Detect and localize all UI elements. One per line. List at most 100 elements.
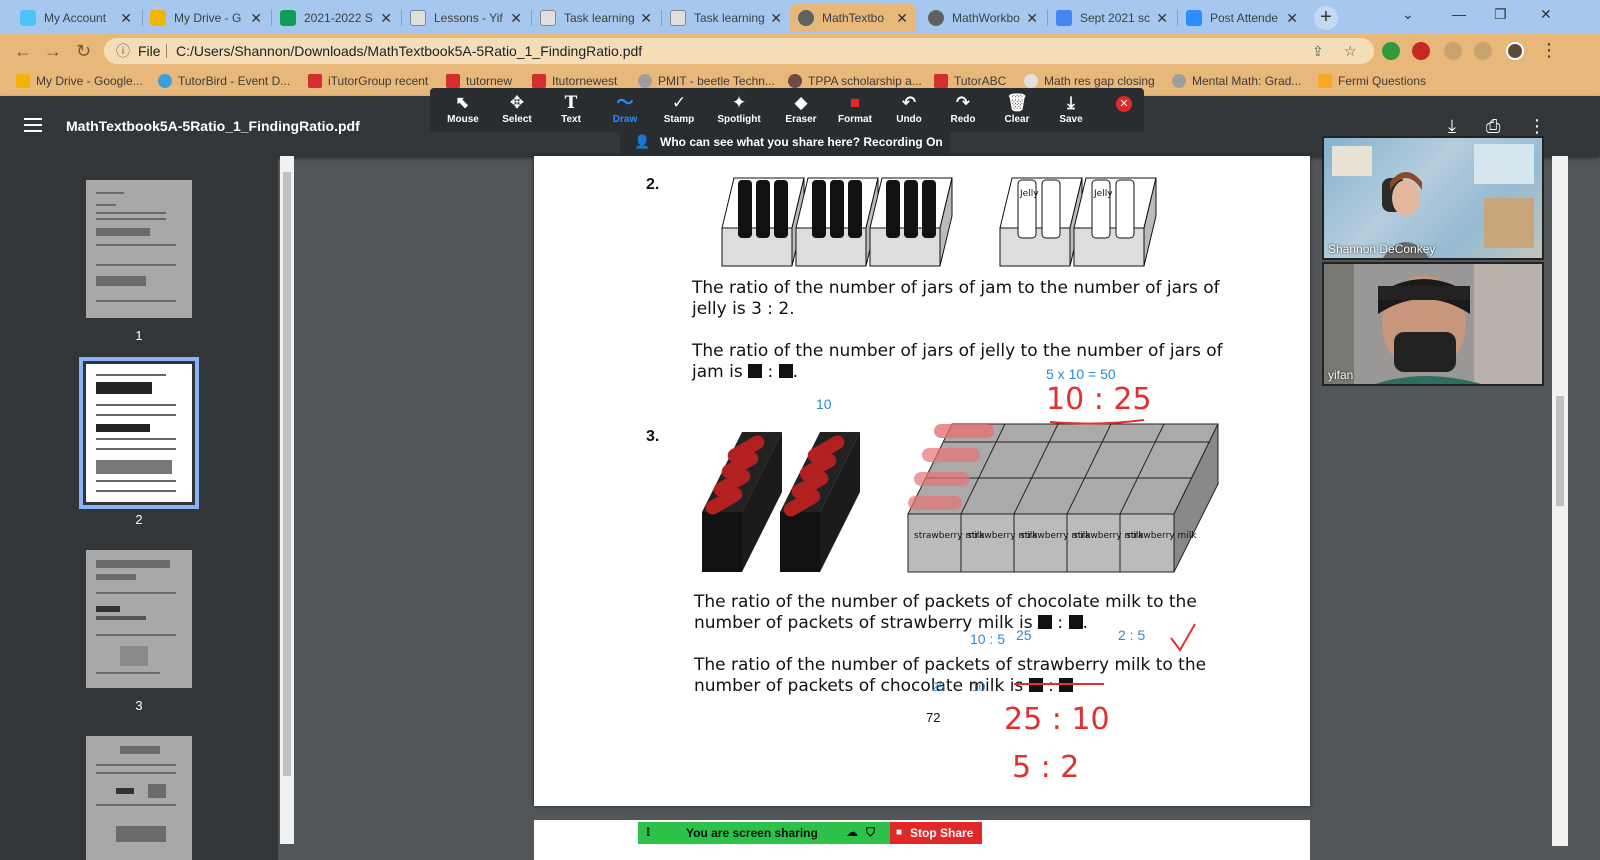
extension-icon[interactable]	[1444, 42, 1462, 60]
participant-video-tile[interactable]: yifan	[1322, 262, 1544, 386]
bookmark-item[interactable]: TPPA scholarship a...	[788, 74, 922, 88]
scrollbar-thumb[interactable]	[1556, 396, 1564, 506]
tab-label: Sept 2021 sc	[1080, 11, 1151, 25]
tab-task-learning-1[interactable]: Task learning ✕	[532, 4, 660, 32]
tab-sheets[interactable]: 2021-2022 S ✕	[272, 4, 400, 32]
bookmark-item[interactable]: Itutornewest	[532, 74, 617, 88]
bookmark-item[interactable]: TutorABC	[934, 74, 1006, 88]
scrollbar-thumb[interactable]	[283, 172, 291, 776]
close-icon[interactable]: ✕	[1286, 10, 1298, 27]
close-icon[interactable]: ✕	[250, 10, 262, 27]
tab-task-learning-2[interactable]: Task learning ✕	[662, 4, 790, 32]
close-icon[interactable]: ✕	[120, 10, 132, 27]
close-icon[interactable]: ✕	[640, 10, 652, 27]
tab-lessons[interactable]: Lessons - Yif ✕	[402, 4, 530, 32]
tab-my-drive[interactable]: My Drive - G ✕	[142, 4, 270, 32]
close-icon[interactable]: ✕	[1156, 10, 1168, 27]
forward-icon[interactable]: →	[44, 41, 62, 62]
close-icon[interactable]: ✕	[380, 10, 392, 27]
participant-video-tile[interactable]: Shannon DeConkey	[1322, 136, 1544, 260]
bookmark-item[interactable]: tutornew	[446, 74, 512, 88]
clear-tool[interactable]: 🗑 Clear	[992, 92, 1042, 125]
close-window-icon[interactable]: ✕	[1540, 6, 1552, 23]
mouse-tool[interactable]: ⬉ Mouse	[438, 92, 488, 125]
tab-post-attendee[interactable]: Post Attende ✕	[1178, 4, 1306, 32]
share-icon[interactable]: ⇪	[1312, 38, 1324, 64]
bookmark-item[interactable]: TutorBird - Event D...	[158, 74, 290, 88]
extension-icon[interactable]	[1382, 42, 1400, 60]
info-icon[interactable]: ⓘ	[116, 38, 130, 64]
url-text[interactable]: C:/Users/Shannon/Downloads/MathTextbook5…	[176, 38, 642, 64]
select-tool[interactable]: ✥ Select	[492, 92, 542, 125]
recording-notice[interactable]: 👤 Who can see what you share here? Recor…	[620, 132, 950, 154]
tool-label: Clear	[1004, 114, 1030, 125]
docs-icon	[1056, 10, 1072, 26]
bookmark-star-icon[interactable]: ☆	[1344, 38, 1357, 64]
itutor-icon	[446, 74, 460, 88]
bookmark-item[interactable]: iTutorGroup recent	[308, 74, 428, 88]
undo-icon: ↶	[901, 93, 917, 112]
bookmark-item[interactable]: Fermi Questions	[1318, 74, 1426, 88]
tutorbird-icon	[158, 74, 172, 88]
close-icon[interactable]: ✕	[896, 10, 908, 27]
more-actions-icon[interactable]: ⋮	[1528, 116, 1546, 137]
text-tool[interactable]: T Text	[546, 92, 596, 125]
print-icon[interactable]: ⎙	[1486, 116, 1500, 137]
address-bar[interactable]: ⓘ File C:/Users/Shannon/Downloads/MathTe…	[104, 38, 1374, 64]
close-icon[interactable]: ✕	[1026, 10, 1038, 27]
bookmark-item[interactable]: My Drive - Google...	[16, 74, 143, 88]
participant-name: Shannon DeConkey	[1328, 242, 1436, 256]
stop-share-label: Stop Share	[910, 826, 974, 840]
chevron-down-icon[interactable]: ⌄	[1402, 6, 1414, 23]
main-scrollbar[interactable]	[1552, 156, 1568, 846]
move-icon: ✥	[509, 93, 525, 112]
carton-label: strawberry milk	[1126, 531, 1197, 541]
page-thumbnail-2[interactable]	[79, 357, 199, 509]
ublock-icon[interactable]	[1412, 42, 1430, 60]
close-icon[interactable]: ✕	[510, 10, 522, 27]
save-tool[interactable]: ⤓ Save	[1046, 92, 1096, 125]
more-menu-icon[interactable]: ⋮	[1540, 40, 1558, 61]
spotlight-tool[interactable]: ✦ Spotlight	[714, 92, 764, 125]
restore-icon[interactable]: ❐	[1494, 6, 1507, 23]
stamp-tool[interactable]: ✓ Stamp	[654, 92, 704, 125]
answer-box[interactable]	[748, 364, 763, 378]
tab-math-workbook[interactable]: MathWorkbo ✕	[920, 4, 1046, 32]
answer-box[interactable]	[778, 364, 793, 378]
format-tool[interactable]: ■ Format	[830, 92, 880, 125]
extensions-puzzle-icon[interactable]	[1474, 42, 1492, 60]
bookmark-label: PMIT - beetle Techn...	[658, 74, 775, 88]
tab-my-account[interactable]: My Account ✕	[12, 4, 140, 32]
menu-icon[interactable]	[24, 118, 42, 132]
avatar[interactable]	[1506, 42, 1524, 60]
bookmark-item[interactable]: PMIT - beetle Techn...	[638, 74, 775, 88]
stop-share-button[interactable]: ■ Stop Share	[890, 822, 982, 844]
redo-tool[interactable]: ↷ Redo	[938, 92, 988, 125]
close-icon[interactable]: ✕	[770, 10, 782, 27]
draw-tool[interactable]: 〜 Draw	[600, 92, 650, 125]
minimize-icon[interactable]: —	[1452, 6, 1466, 22]
tab-sept-2021[interactable]: Sept 2021 sc ✕	[1048, 4, 1176, 32]
eraser-icon: ◆	[794, 93, 808, 112]
bookmark-label: TutorABC	[954, 74, 1007, 88]
cloud-icon: ☁	[846, 825, 858, 839]
drag-handle-icon[interactable]: ⁝	[646, 825, 651, 839]
close-toolbar-button[interactable]: ✕	[1116, 96, 1132, 112]
page-thumbnail-1[interactable]	[86, 180, 192, 318]
page-thumbnail-3[interactable]	[86, 550, 192, 688]
sidebar-scrollbar[interactable]	[280, 156, 294, 844]
bookmark-item[interactable]: Math res gap closing	[1024, 74, 1155, 88]
undo-tool[interactable]: ↶ Undo	[884, 92, 934, 125]
document-icon	[670, 10, 686, 26]
answer-box[interactable]	[1068, 615, 1083, 629]
answer-box[interactable]	[1037, 615, 1052, 629]
download-icon[interactable]: ⤓	[1448, 116, 1456, 137]
reload-icon[interactable]: ↻	[76, 41, 91, 62]
back-icon[interactable]: ←	[14, 41, 32, 62]
page-thumbnail-4[interactable]	[86, 736, 192, 860]
question-text: The ratio of the number of jars of jam t…	[692, 278, 1220, 319]
eraser-tool[interactable]: ◆ Eraser	[776, 92, 826, 125]
tab-math-textbook[interactable]: MathTextbo ✕	[790, 4, 916, 32]
new-tab-button[interactable]: +	[1314, 6, 1338, 30]
bookmark-item[interactable]: Mental Math: Grad...	[1172, 74, 1301, 88]
